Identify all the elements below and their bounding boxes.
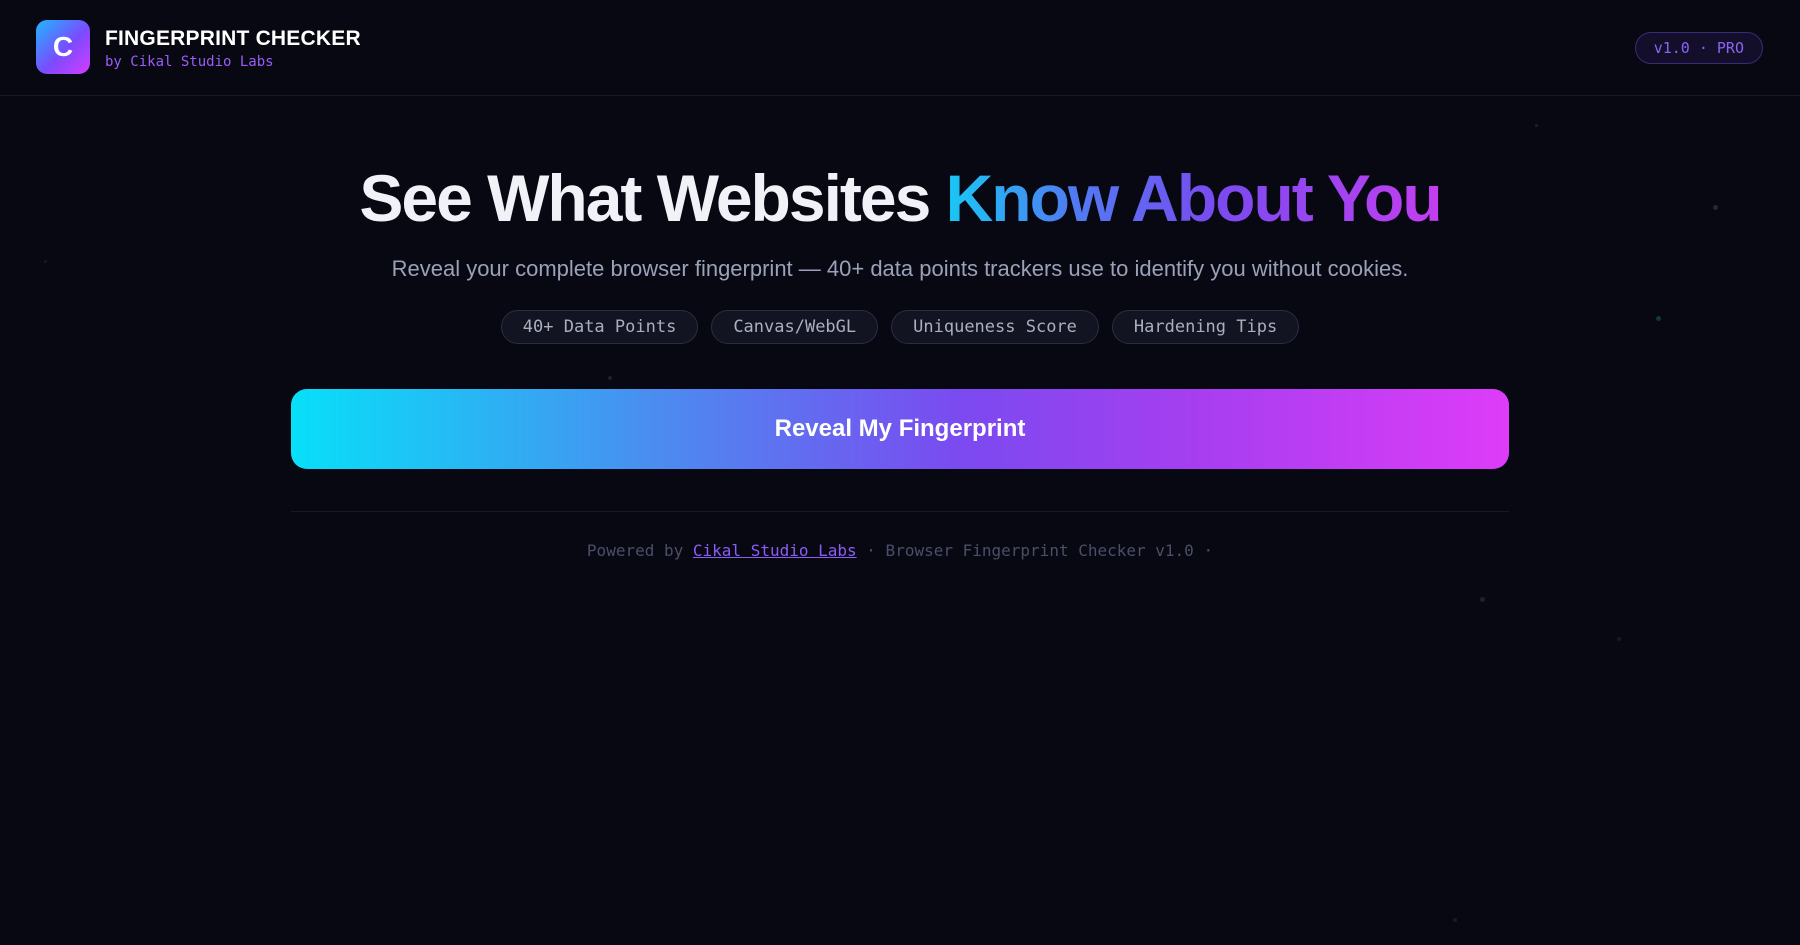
reveal-fingerprint-button[interactable]: Reveal My Fingerprint <box>291 389 1509 469</box>
feature-tag-data-points: 40+ Data Points <box>500 310 699 344</box>
version-badge: v1.0 · PRO <box>1634 32 1763 64</box>
footer: Powered by Cikal Studio Labs · Browser F… <box>0 541 1800 560</box>
footer-divider <box>291 511 1509 512</box>
background-dot <box>608 376 612 380</box>
app-header: C FINGERPRINT CHECKER by Cikal Studio La… <box>0 0 1800 96</box>
feature-tags: 40+ Data Points Canvas/WebGL Uniqueness … <box>0 310 1800 344</box>
background-dot <box>1480 597 1485 602</box>
app-logo[interactable]: C <box>36 20 90 74</box>
feature-tag-hardening: Hardening Tips <box>1111 310 1300 344</box>
hero-title-accent: Know About You <box>945 161 1443 235</box>
hero-subtitle: Reveal your complete browser fingerprint… <box>391 256 1409 281</box>
app-subtitle: by Cikal Studio Labs <box>105 54 274 70</box>
logo-letter: C <box>52 31 74 62</box>
app-title: FINGERPRINT CHECKER <box>105 27 361 50</box>
background-dot <box>1535 124 1538 127</box>
background-dot <box>1453 918 1457 922</box>
hero-title: See What Websites Know About You <box>0 160 1800 236</box>
background-dot <box>1617 637 1621 641</box>
cikal-studio-link[interactable]: Cikal Studio Labs <box>693 541 857 560</box>
hero-title-plain: See What Websites <box>359 161 946 235</box>
page: C FINGERPRINT CHECKER by Cikal Studio La… <box>0 0 1800 945</box>
feature-tag-uniqueness: Uniqueness Score <box>891 310 1099 344</box>
feature-tag-canvas-webgl: Canvas/WebGL <box>711 310 879 344</box>
footer-prefix: Powered by <box>586 541 693 560</box>
footer-suffix: · Browser Fingerprint Checker v1.0 · <box>856 541 1214 560</box>
